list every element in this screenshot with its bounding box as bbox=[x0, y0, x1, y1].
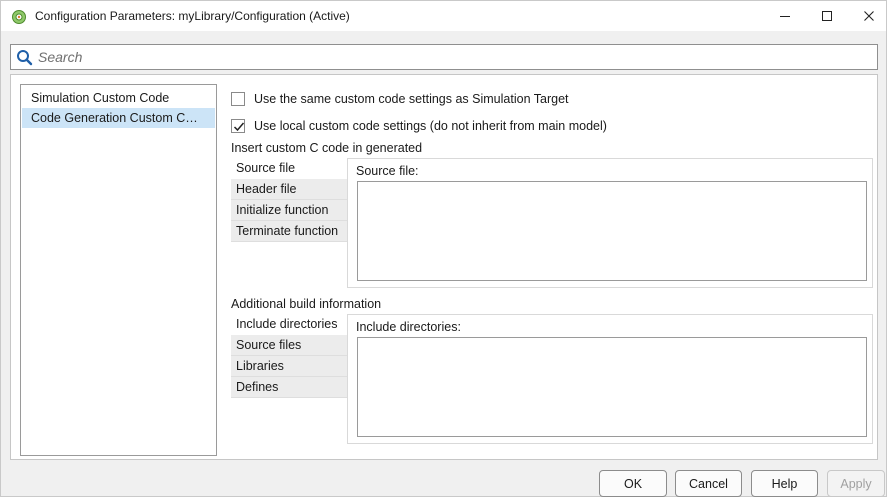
tab-source-file[interactable]: Source file bbox=[231, 158, 348, 179]
category-tree: Simulation Custom Code Code Generation C… bbox=[20, 84, 217, 456]
tree-item-code-generation-custom-code[interactable]: Code Generation Custom C… bbox=[22, 108, 215, 128]
local-settings-label: Use local custom code settings (do not i… bbox=[254, 119, 607, 133]
help-button[interactable]: Help bbox=[751, 470, 818, 497]
insert-code-tabgroup: Source file Header file Initialize funct… bbox=[231, 158, 873, 288]
matlab-app-icon bbox=[12, 10, 26, 24]
cancel-button[interactable]: Cancel bbox=[675, 470, 742, 497]
maximize-icon bbox=[822, 11, 832, 21]
tab-initialize-function[interactable]: Initialize function bbox=[231, 200, 348, 221]
ok-button[interactable]: OK bbox=[599, 470, 667, 497]
same-settings-option: Use the same custom code settings as Sim… bbox=[231, 90, 569, 108]
source-file-label: Source file: bbox=[356, 164, 419, 178]
minimize-icon bbox=[780, 16, 790, 17]
same-settings-checkbox[interactable] bbox=[231, 92, 245, 106]
search-bar bbox=[10, 44, 878, 70]
insert-section-label: Insert custom C code in generated bbox=[231, 141, 423, 155]
source-file-textarea[interactable] bbox=[357, 181, 867, 281]
tab-source-files[interactable]: Source files bbox=[231, 335, 348, 356]
local-settings-checkbox[interactable] bbox=[231, 119, 245, 133]
tab-libraries[interactable]: Libraries bbox=[231, 356, 348, 377]
source-file-panel: Source file: bbox=[347, 158, 873, 288]
tab-defines[interactable]: Defines bbox=[231, 377, 348, 398]
configuration-parameters-dialog: Configuration Parameters: myLibrary/Conf… bbox=[0, 0, 887, 497]
same-settings-label: Use the same custom code settings as Sim… bbox=[254, 92, 569, 106]
include-directories-label: Include directories: bbox=[356, 320, 461, 334]
include-directories-textarea[interactable] bbox=[357, 337, 867, 437]
tab-header-file[interactable]: Header file bbox=[231, 179, 348, 200]
maximize-button[interactable] bbox=[806, 1, 848, 31]
close-button[interactable] bbox=[848, 1, 887, 31]
build-info-tabgroup: Include directories Source files Librari… bbox=[231, 314, 873, 444]
close-icon bbox=[864, 11, 874, 21]
include-directories-panel: Include directories: bbox=[347, 314, 873, 444]
main-panel: Simulation Custom Code Code Generation C… bbox=[10, 74, 878, 460]
search-input[interactable] bbox=[38, 46, 873, 68]
tab-terminate-function[interactable]: Terminate function bbox=[231, 221, 348, 242]
apply-button[interactable]: Apply bbox=[827, 470, 885, 497]
build-section-label: Additional build information bbox=[231, 297, 382, 311]
minimize-button[interactable] bbox=[764, 1, 806, 31]
local-settings-option: Use local custom code settings (do not i… bbox=[231, 117, 607, 135]
tree-item-simulation-custom-code[interactable]: Simulation Custom Code bbox=[22, 88, 215, 108]
title-bar: Configuration Parameters: myLibrary/Conf… bbox=[1, 1, 886, 31]
search-icon bbox=[17, 50, 33, 66]
window-title: Configuration Parameters: myLibrary/Conf… bbox=[35, 9, 350, 23]
tab-include-directories[interactable]: Include directories bbox=[231, 314, 348, 335]
checkmark-icon bbox=[233, 122, 245, 132]
